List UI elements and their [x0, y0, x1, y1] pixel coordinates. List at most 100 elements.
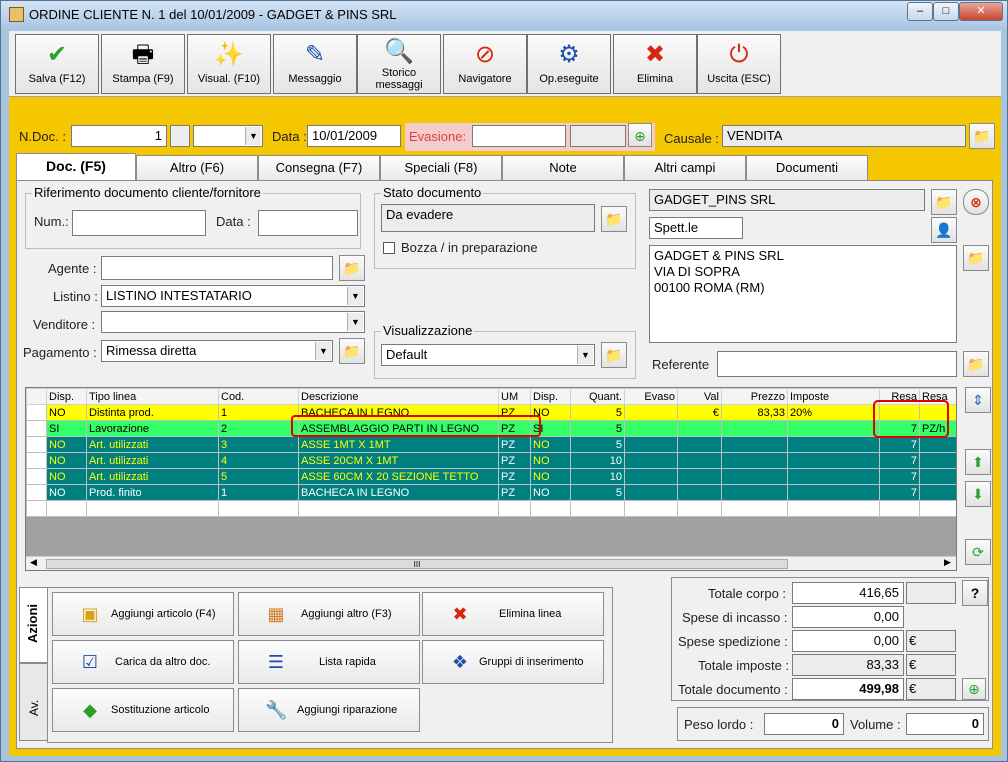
table-cell[interactable]: ASSE 1MT X 1MT — [298, 436, 499, 453]
row-selector[interactable] — [26, 436, 47, 453]
add-repair-button[interactable]: 🔧 Aggiungi riparazione — [238, 688, 420, 732]
replace-article-button[interactable]: ◆ Sostituzione articolo — [52, 688, 234, 732]
table-cell[interactable]: 5 — [570, 404, 625, 421]
scroll-thumb[interactable]: III — [46, 559, 788, 569]
minimize-button[interactable]: – — [907, 2, 933, 21]
table-cell[interactable] — [787, 452, 880, 469]
message-button[interactable]: ✎ Messaggio — [273, 34, 357, 94]
table-cell[interactable] — [919, 484, 956, 501]
table-cell[interactable]: 7 — [879, 436, 920, 453]
referente-folder-icon[interactable]: 📁 — [963, 351, 989, 377]
series-select[interactable]: ▼ — [193, 125, 263, 147]
table-cell[interactable] — [787, 420, 880, 437]
arrow-up-icon[interactable]: ⬆ — [965, 449, 991, 475]
table-cell[interactable] — [787, 468, 880, 485]
pagamento-select[interactable]: Rimessa diretta ▼ — [101, 340, 333, 362]
table-row[interactable]: NO Art. utilizzati 5 ASSE 60CM X 20 SEZIONE… — [26, 468, 956, 485]
operations-button[interactable]: ⚙ Op.eseguite — [527, 34, 611, 94]
header-cell[interactable]: Val — [677, 388, 722, 405]
tab-av[interactable]: Av. — [19, 663, 47, 741]
stato-input[interactable]: Da evadere — [381, 204, 595, 232]
table-cell[interactable]: 2 — [218, 420, 299, 437]
table-cell[interactable]: 5 — [570, 484, 625, 501]
table-cell[interactable] — [677, 436, 722, 453]
referente-input[interactable] — [717, 351, 957, 377]
table-cell[interactable] — [721, 420, 788, 437]
evasione-extra-input[interactable] — [570, 125, 626, 147]
refresh-icon[interactable]: ⟳ — [965, 539, 991, 565]
header-cell[interactable]: Quant. — [570, 388, 625, 405]
table-cell[interactable] — [677, 468, 722, 485]
table-cell[interactable]: BACHECA IN LEGNO — [298, 484, 499, 501]
table-cell[interactable]: € — [677, 404, 722, 421]
ndoc-suffix-button[interactable] — [170, 125, 190, 147]
history-button[interactable]: 🔍 Storico messaggi — [357, 34, 441, 94]
spedizione-value[interactable]: 0,00 — [792, 630, 904, 652]
ndoc-input[interactable]: 1 — [71, 125, 167, 147]
table-cell[interactable]: NO — [530, 452, 571, 469]
tab-doc[interactable]: Doc. (F5) — [16, 153, 136, 181]
visual-select[interactable]: Default ▼ — [381, 344, 595, 366]
table-cell[interactable]: 5 — [570, 420, 625, 437]
load-from-doc-button[interactable]: ☑ Carica da altro doc. — [52, 640, 234, 684]
peso-input[interactable]: 0 — [764, 713, 844, 735]
tab-consegna[interactable]: Consegna (F7) — [258, 155, 380, 181]
preview-button[interactable]: ✨ Visual. (F10) — [187, 34, 271, 94]
header-cell[interactable]: Disp. — [46, 388, 87, 405]
table-cell[interactable]: 20% — [787, 404, 880, 421]
visual-folder-icon[interactable]: 📁 — [601, 342, 627, 368]
table-cell[interactable] — [919, 436, 956, 453]
bozza-checkbox[interactable] — [383, 242, 395, 254]
table-cell[interactable] — [677, 452, 722, 469]
person-search-icon[interactable]: 👤 — [931, 217, 957, 243]
evasione-input[interactable] — [472, 125, 566, 147]
table-cell[interactable] — [721, 468, 788, 485]
exit-button[interactable]: ⏻ Uscita (ESC) — [697, 34, 781, 94]
volume-input[interactable]: 0 — [906, 713, 984, 735]
table-cell[interactable]: 7 — [879, 452, 920, 469]
horizontal-scrollbar[interactable]: ◀ III ▶ — [26, 556, 956, 570]
table-cell[interactable]: 4 — [218, 452, 299, 469]
tab-azioni[interactable]: Azioni — [19, 587, 47, 663]
delete-line-button[interactable]: ✖ Elimina linea — [422, 592, 604, 636]
quick-list-button[interactable]: ☰ Lista rapida — [238, 640, 420, 684]
maximize-button[interactable]: □ — [933, 2, 959, 21]
table-cell[interactable] — [624, 468, 678, 485]
table-cell[interactable]: NO — [46, 436, 87, 453]
table-cell[interactable] — [919, 468, 956, 485]
table-cell[interactable]: Lavorazione — [86, 420, 219, 437]
table-cell[interactable]: 10 — [570, 468, 625, 485]
table-cell[interactable]: NO — [530, 484, 571, 501]
table-cell[interactable] — [624, 420, 678, 437]
causale-input[interactable]: VENDITA — [722, 125, 966, 147]
table-cell[interactable] — [677, 484, 722, 501]
table-cell[interactable]: PZ — [498, 468, 531, 485]
navigator-button[interactable]: ⊘ Navigatore — [443, 34, 527, 94]
table-cell[interactable]: PZ — [498, 436, 531, 453]
table-cell[interactable] — [721, 484, 788, 501]
table-cell[interactable]: NO — [46, 484, 87, 501]
scroll-left-icon[interactable]: ◀ — [30, 557, 37, 568]
zoom-in-icon[interactable]: ⊕ — [962, 678, 986, 700]
row-selector[interactable] — [26, 452, 47, 469]
table-cell[interactable]: 10 — [570, 452, 625, 469]
header-cell[interactable]: Evaso — [624, 388, 678, 405]
table-cell[interactable]: NO — [530, 468, 571, 485]
table-cell[interactable]: ASSE 20CM X 1MT — [298, 452, 499, 469]
folder-icon[interactable]: 📁 — [969, 123, 995, 149]
arrow-down-icon[interactable]: ⬇ — [965, 481, 991, 507]
table-cell[interactable]: 83,33 — [721, 404, 788, 421]
move-up-down-icon[interactable]: ⇕ — [965, 387, 991, 413]
header-cell[interactable]: Disp. — [530, 388, 571, 405]
table-cell[interactable] — [721, 452, 788, 469]
tab-documenti[interactable]: Documenti — [746, 155, 868, 181]
customer-address-box[interactable]: GADGET & PINS SRL VIA DI SOPRA 00100 ROM… — [649, 245, 957, 343]
table-cell[interactable]: Art. utilizzati — [86, 468, 219, 485]
table-cell[interactable]: NO — [530, 436, 571, 453]
table-cell[interactable]: NO — [46, 468, 87, 485]
table-cell[interactable]: 7 — [879, 484, 920, 501]
table-cell[interactable] — [677, 420, 722, 437]
header-cell[interactable]: UM — [498, 388, 531, 405]
tab-altro[interactable]: Altro (F6) — [136, 155, 258, 181]
num-input[interactable] — [72, 210, 206, 236]
